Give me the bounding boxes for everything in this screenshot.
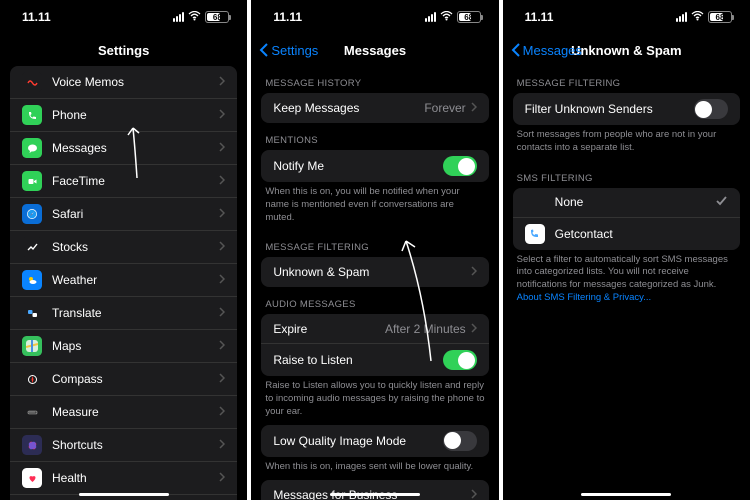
section-header-audio: AUDIO MESSAGES xyxy=(251,287,498,314)
clock: 11.11 xyxy=(22,10,51,24)
translate-icon xyxy=(22,303,42,323)
wifi-icon xyxy=(691,10,704,24)
footer-filter: Sort messages from people who are not in… xyxy=(503,125,750,161)
settings-row-maps[interactable]: Maps xyxy=(10,330,237,363)
row-messages-business[interactable]: Messages for Business xyxy=(261,480,488,500)
voice-memos-icon xyxy=(22,72,42,92)
facetime-icon xyxy=(22,171,42,191)
settings-row-phone[interactable]: Phone xyxy=(10,99,237,132)
settings-row-compass[interactable]: Compass xyxy=(10,363,237,396)
chevron-right-icon xyxy=(219,405,225,419)
chevron-right-icon xyxy=(219,438,225,452)
row-filter-getcontact[interactable]: Getcontact xyxy=(513,218,740,250)
stocks-icon xyxy=(22,237,42,257)
settings-row-health[interactable]: Health xyxy=(10,462,237,495)
settings-row-messages[interactable]: Messages xyxy=(10,132,237,165)
row-raise-listen[interactable]: Raise to Listen xyxy=(261,344,488,376)
cellular-icon xyxy=(676,12,687,22)
chevron-right-icon xyxy=(471,488,477,500)
wifi-icon xyxy=(188,10,201,24)
page-title: Messages xyxy=(344,43,406,58)
shortcuts-icon xyxy=(22,435,42,455)
row-filter-none[interactable]: None xyxy=(513,188,740,218)
chevron-right-icon xyxy=(219,108,225,122)
settings-row-weather[interactable]: Weather xyxy=(10,264,237,297)
phone-icon xyxy=(22,105,42,125)
chevron-right-icon xyxy=(219,141,225,155)
getcontact-icon xyxy=(525,224,545,244)
chevron-right-icon xyxy=(219,339,225,353)
back-button[interactable]: Messages xyxy=(511,43,582,58)
settings-row-safari[interactable]: Safari xyxy=(10,198,237,231)
navbar: Settings xyxy=(0,34,247,66)
row-low-quality[interactable]: Low Quality Image Mode xyxy=(261,425,488,457)
home-indicator[interactable] xyxy=(330,493,420,497)
settings-row-translate[interactable]: Translate xyxy=(10,297,237,330)
clock: 11.11 xyxy=(273,10,302,24)
section-header-sms-filter: SMS FILTERING xyxy=(503,161,750,188)
chevron-right-icon xyxy=(471,265,477,279)
maps-icon xyxy=(22,336,42,356)
status-bar: 11.11 68 xyxy=(251,0,498,34)
status-bar: 11.11 68 xyxy=(0,0,247,34)
home-indicator[interactable] xyxy=(581,493,671,497)
toggle-low-quality[interactable] xyxy=(443,431,477,451)
battery-icon: 68 xyxy=(708,11,732,23)
toggle-filter-unknown[interactable] xyxy=(694,99,728,119)
chevron-right-icon xyxy=(219,174,225,188)
wifi-icon xyxy=(440,10,453,24)
row-expire[interactable]: ExpireAfter 2 Minutes xyxy=(261,314,488,344)
battery-icon: 68 xyxy=(457,11,481,23)
settings-row-shortcuts[interactable]: Shortcuts xyxy=(10,429,237,462)
section-header-msg-filter: MESSAGE FILTERING xyxy=(503,66,750,93)
chevron-right-icon xyxy=(219,207,225,221)
messages-icon xyxy=(22,138,42,158)
row-unknown-spam[interactable]: Unknown & Spam xyxy=(261,257,488,287)
footer-raise: Raise to Listen allows you to quickly li… xyxy=(251,376,498,424)
section-header-history: MESSAGE HISTORY xyxy=(251,66,498,93)
chevron-right-icon xyxy=(219,471,225,485)
settings-row-facetime[interactable]: FaceTime xyxy=(10,165,237,198)
settings-row-voice-memos[interactable]: Voice Memos xyxy=(10,66,237,99)
chevron-right-icon xyxy=(471,322,477,336)
toggle-notify-me[interactable] xyxy=(443,156,477,176)
page-title: Unknown & Spam xyxy=(571,43,682,58)
section-header-filtering: MESSAGE FILTERING xyxy=(251,230,498,257)
page-title: Settings xyxy=(98,43,149,58)
chevron-right-icon xyxy=(219,372,225,386)
sms-privacy-link[interactable]: About SMS Filtering & Privacy... xyxy=(517,292,651,303)
chevron-right-icon xyxy=(219,306,225,320)
checkmark-icon xyxy=(715,194,728,210)
status-bar: 11.11 68 xyxy=(503,0,750,34)
settings-row-stocks[interactable]: Stocks xyxy=(10,231,237,264)
chevron-right-icon xyxy=(219,273,225,287)
measure-icon xyxy=(22,402,42,422)
cellular-icon xyxy=(173,12,184,22)
toggle-raise-listen[interactable] xyxy=(443,350,477,370)
back-button[interactable]: Settings xyxy=(259,43,318,58)
footer-lowq: When this is on, images sent will be low… xyxy=(251,457,498,480)
row-notify-me[interactable]: Notify Me xyxy=(261,150,488,182)
battery-icon: 68 xyxy=(205,11,229,23)
chevron-right-icon xyxy=(219,75,225,89)
compass-icon xyxy=(22,369,42,389)
navbar: Messages Unknown & Spam xyxy=(503,34,750,66)
footer-sms: Select a filter to automatically sort SM… xyxy=(503,250,750,311)
chevron-right-icon xyxy=(219,240,225,254)
settings-row-measure[interactable]: Measure xyxy=(10,396,237,429)
chevron-right-icon xyxy=(471,101,477,115)
row-keep-messages[interactable]: Keep MessagesForever xyxy=(261,93,488,123)
section-header-mentions: MENTIONS xyxy=(251,123,498,150)
health-icon xyxy=(22,468,42,488)
row-filter-unknown[interactable]: Filter Unknown Senders xyxy=(513,93,740,125)
clock: 11.11 xyxy=(525,10,554,24)
footer-notify: When this is on, you will be notified wh… xyxy=(251,182,498,230)
weather-icon xyxy=(22,270,42,290)
safari-icon xyxy=(22,204,42,224)
home-indicator[interactable] xyxy=(79,493,169,497)
navbar: Settings Messages xyxy=(251,34,498,66)
cellular-icon xyxy=(425,12,436,22)
